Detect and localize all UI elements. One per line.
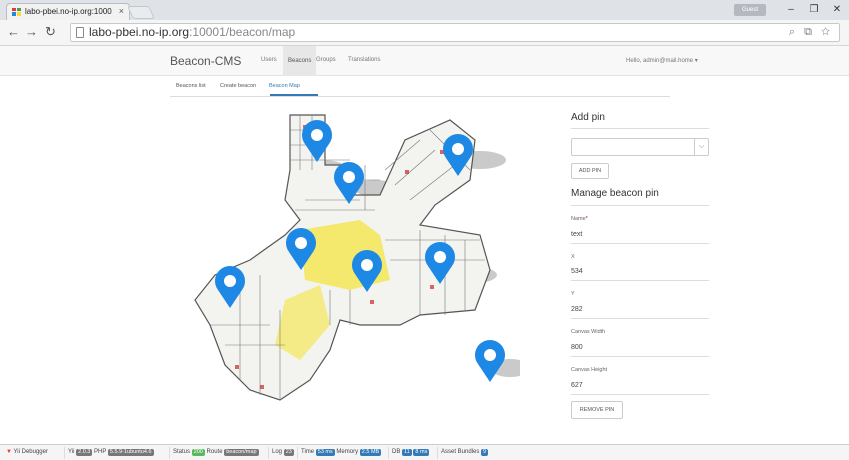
separator (388, 447, 389, 459)
user-menu[interactable]: Hello, admin@mail.home ▾ (626, 57, 698, 64)
nav-users[interactable]: Users (261, 57, 277, 63)
debug-toolbar: ▼ Yii Debugger Yii 2.0.3 PHP 5.5.9-1ubun… (0, 444, 849, 460)
close-window-icon[interactable]: ✕ (828, 4, 846, 15)
beacon-subtabs: Beacons list Create beacon Beacon Map (170, 80, 670, 96)
tab-beacon-map[interactable]: Beacon Map (269, 83, 300, 89)
beacon-map-canvas[interactable] (190, 110, 520, 410)
separator (64, 447, 65, 459)
canvas-width-line (571, 356, 709, 357)
canvas-height-line (571, 394, 709, 395)
brand-logo[interactable]: Beacon-CMS (170, 54, 241, 68)
canvas-width-input[interactable]: 800 (571, 344, 583, 351)
db-time-badge: 8 ms (413, 449, 430, 456)
yii-version-item[interactable]: Yii 2.0.3 PHP 5.5.9-1ubuntu4.6 (68, 449, 154, 456)
asset-bundles-item[interactable]: Asset Bundles 9 (441, 449, 489, 456)
omnibox-actions-icon[interactable]: ⌕ ⧉ ☆ (789, 24, 833, 41)
route-badge: beacon/map (224, 449, 259, 456)
db-item[interactable]: DB 11 8 ms (392, 449, 430, 456)
browser-user-badge[interactable]: Guest (734, 4, 766, 16)
separator (268, 447, 269, 459)
beacon-select[interactable]: ⌵ (571, 138, 709, 156)
manage-pin-divider (571, 205, 709, 206)
canvas-height-label: Canvas Height (571, 367, 608, 373)
canvas-width-label: Canvas Width (571, 329, 606, 335)
add-pin-button[interactable]: ADD PIN (571, 163, 609, 179)
canvas-height-input[interactable]: 627 (571, 382, 583, 389)
time-badge: 53 ms (315, 449, 335, 456)
asset-bundles-badge: 9 (481, 449, 489, 456)
browser-tab[interactable]: labo-pbei.no-ip.org:1000 × (6, 3, 130, 20)
active-tab-indicator (270, 94, 318, 96)
add-pin-divider (571, 128, 709, 129)
y-input[interactable]: 282 (571, 306, 583, 313)
name-label: Name* (571, 216, 588, 222)
subtabs-divider (170, 96, 670, 97)
memory-badge: 2.5 MB (359, 449, 382, 456)
page-icon (76, 27, 84, 38)
debugger-link[interactable]: ▼ Yii Debugger (6, 449, 48, 455)
status-item[interactable]: Status 200 Route beacon/map (173, 449, 259, 456)
browser-toolbar: ← → ↻ labo-pbei.no-ip.org:10001/beacon/m… (0, 20, 849, 46)
nav-beacons[interactable]: Beacons (283, 46, 317, 76)
site-favicon-icon (12, 8, 21, 16)
tab-beacons-list[interactable]: Beacons list (176, 83, 206, 89)
yii-logo-icon: ▼ (6, 449, 12, 455)
back-icon[interactable]: ← (7, 24, 20, 39)
x-input[interactable]: 534 (571, 268, 583, 275)
minimize-icon[interactable]: – (782, 4, 800, 15)
db-count-badge: 11 (402, 449, 412, 456)
tab-create-beacon[interactable]: Create beacon (220, 83, 256, 89)
status-badge: 200 (191, 449, 205, 456)
nav-translations[interactable]: Translations (348, 57, 380, 63)
php-version-badge: 5.5.9-1ubuntu4.6 (107, 449, 154, 456)
tab-title: labo-pbei.no-ip.org:1000 (25, 7, 112, 16)
separator (297, 447, 298, 459)
name-input[interactable]: text (571, 231, 582, 238)
browser-tabbar: labo-pbei.no-ip.org:1000 × Guest – ❐ ✕ (0, 0, 849, 20)
y-input-line (571, 318, 709, 319)
log-badge: 23 (283, 449, 294, 456)
url-host: labo-pbei.no-ip.org (89, 25, 190, 39)
add-pin-heading: Add pin (571, 112, 605, 123)
nav-groups[interactable]: Groups (316, 57, 336, 63)
time-item[interactable]: Time 53 ms Memory 2.5 MB (301, 449, 382, 456)
yii-version-badge: 2.0.3 (76, 449, 93, 456)
reload-icon[interactable]: ↻ (45, 24, 56, 40)
debugger-label: Yii Debugger (13, 449, 48, 455)
remove-pin-button[interactable]: REMOVE PIN (571, 401, 623, 419)
x-input-line (571, 280, 709, 281)
chevron-down-icon: ⌵ (694, 139, 708, 155)
maximize-icon[interactable]: ❐ (805, 4, 823, 15)
separator (169, 447, 170, 459)
forward-icon[interactable]: → (25, 24, 38, 39)
manage-pin-heading: Manage beacon pin (571, 188, 659, 199)
url-path: :10001/beacon/map (189, 25, 296, 39)
close-tab-icon[interactable]: × (119, 4, 124, 19)
x-label: X (571, 254, 575, 260)
name-input-line (571, 243, 709, 244)
new-tab-button[interactable] (126, 6, 156, 19)
log-item[interactable]: Log 23 (272, 449, 294, 456)
address-input[interactable]: labo-pbei.no-ip.org:10001/beacon/map ⌕ ⧉… (70, 23, 840, 42)
app-navbar: Beacon-CMS Users Beacons Groups Translat… (0, 46, 849, 76)
y-label: Y (571, 291, 575, 297)
separator (437, 447, 438, 459)
